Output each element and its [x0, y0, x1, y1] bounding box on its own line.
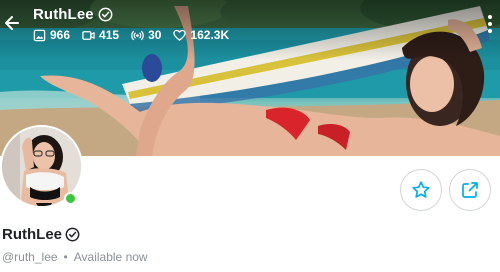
- stat-photos[interactable]: 966: [33, 28, 70, 42]
- broadcast-icon: [131, 30, 144, 40]
- kebab-menu-icon: [488, 15, 492, 33]
- video-icon: [82, 30, 95, 40]
- stat-likes-count: 162.3K: [190, 28, 230, 42]
- verified-badge-icon: [65, 227, 80, 242]
- stat-photos-count: 966: [50, 28, 71, 42]
- more-menu-button[interactable]: [486, 13, 494, 35]
- cover-name-row: RuthLee: [33, 6, 113, 23]
- username: @ruth_lee: [2, 250, 58, 264]
- back-button[interactable]: [2, 13, 22, 33]
- profile-subline: @ruth_lee • Available now: [2, 250, 148, 264]
- cover-display-name: RuthLee: [33, 6, 94, 23]
- stat-videos[interactable]: 415: [82, 28, 119, 42]
- arrow-left-icon: [5, 16, 19, 30]
- favorite-button[interactable]: [400, 169, 442, 211]
- profile-name-row: RuthLee: [2, 226, 80, 243]
- stat-videos-count: 415: [99, 28, 120, 42]
- star-icon: [412, 181, 430, 198]
- online-status-indicator: [64, 192, 77, 205]
- stats-row: 966 415 30 162.3K: [33, 28, 229, 42]
- verified-badge-icon: [98, 7, 113, 22]
- stat-likes[interactable]: 162.3K: [173, 28, 229, 42]
- stat-streams-count: 30: [148, 28, 162, 42]
- availability-status: Available now: [73, 250, 148, 264]
- image-icon: [33, 29, 46, 41]
- separator-dot: •: [63, 250, 68, 264]
- share-button[interactable]: [449, 169, 491, 211]
- profile-display-name: RuthLee: [2, 226, 62, 243]
- share-icon: [462, 182, 478, 198]
- stat-streams[interactable]: 30: [131, 28, 161, 42]
- heart-icon: [173, 29, 187, 41]
